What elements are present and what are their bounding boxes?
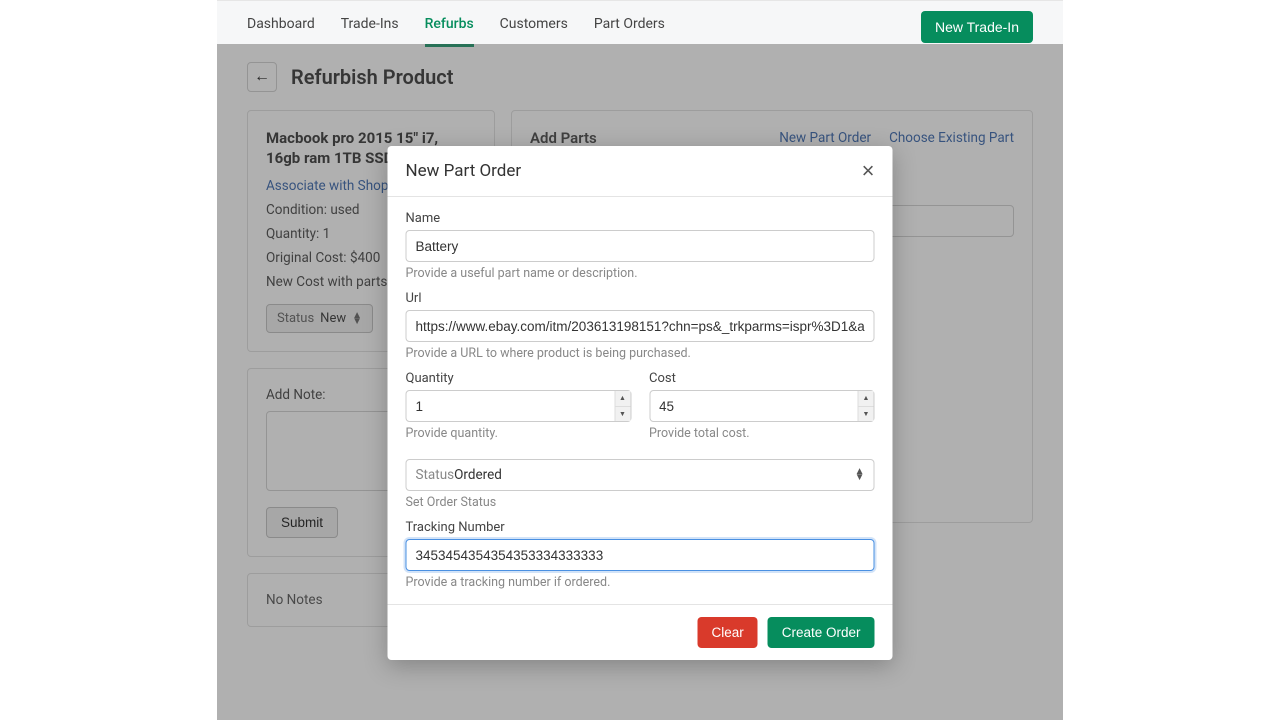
cost-step-up[interactable]: ▲ — [859, 391, 874, 407]
status-select[interactable]: Status Ordered — [406, 459, 875, 491]
nav-tab-dashboard[interactable]: Dashboard — [247, 6, 315, 47]
create-order-button[interactable]: Create Order — [768, 617, 875, 648]
quantity-step-down[interactable]: ▼ — [615, 407, 630, 422]
tracking-label: Tracking Number — [406, 520, 875, 535]
name-label: Name — [406, 211, 875, 226]
new-part-order-modal: New Part Order × Name Provide a useful p… — [388, 146, 893, 660]
nav-tab-partorders[interactable]: Part Orders — [594, 6, 665, 47]
url-label: Url — [406, 291, 875, 306]
quantity-step-up[interactable]: ▲ — [615, 391, 630, 407]
close-icon: × — [862, 158, 875, 183]
quantity-help: Provide quantity. — [406, 426, 632, 441]
url-input[interactable] — [406, 310, 875, 342]
cost-step-down[interactable]: ▼ — [859, 407, 874, 422]
close-button[interactable]: × — [862, 160, 875, 182]
modal-title: New Part Order — [406, 161, 522, 181]
new-tradein-button[interactable]: New Trade-In — [921, 11, 1033, 43]
url-help: Provide a URL to where product is being … — [406, 346, 875, 361]
cost-help: Provide total cost. — [649, 426, 875, 441]
status-help: Set Order Status — [406, 495, 875, 510]
nav-tab-refurbs[interactable]: Refurbs — [425, 6, 474, 47]
tracking-help: Provide a tracking number if ordered. — [406, 575, 875, 590]
quantity-input[interactable] — [406, 390, 632, 422]
cost-label: Cost — [649, 371, 875, 386]
name-help: Provide a useful part name or descriptio… — [406, 266, 875, 281]
nav-tabs: Dashboard Trade-Ins Refurbs Customers Pa… — [247, 6, 665, 47]
tracking-input[interactable] — [406, 539, 875, 571]
clear-button[interactable]: Clear — [697, 617, 757, 648]
name-input[interactable] — [406, 230, 875, 262]
nav-tab-customers[interactable]: Customers — [500, 6, 568, 47]
cost-input[interactable] — [649, 390, 875, 422]
quantity-label: Quantity — [406, 371, 632, 386]
nav-tab-tradeins[interactable]: Trade-Ins — [341, 6, 399, 47]
topbar: Dashboard Trade-Ins Refurbs Customers Pa… — [217, 0, 1063, 44]
